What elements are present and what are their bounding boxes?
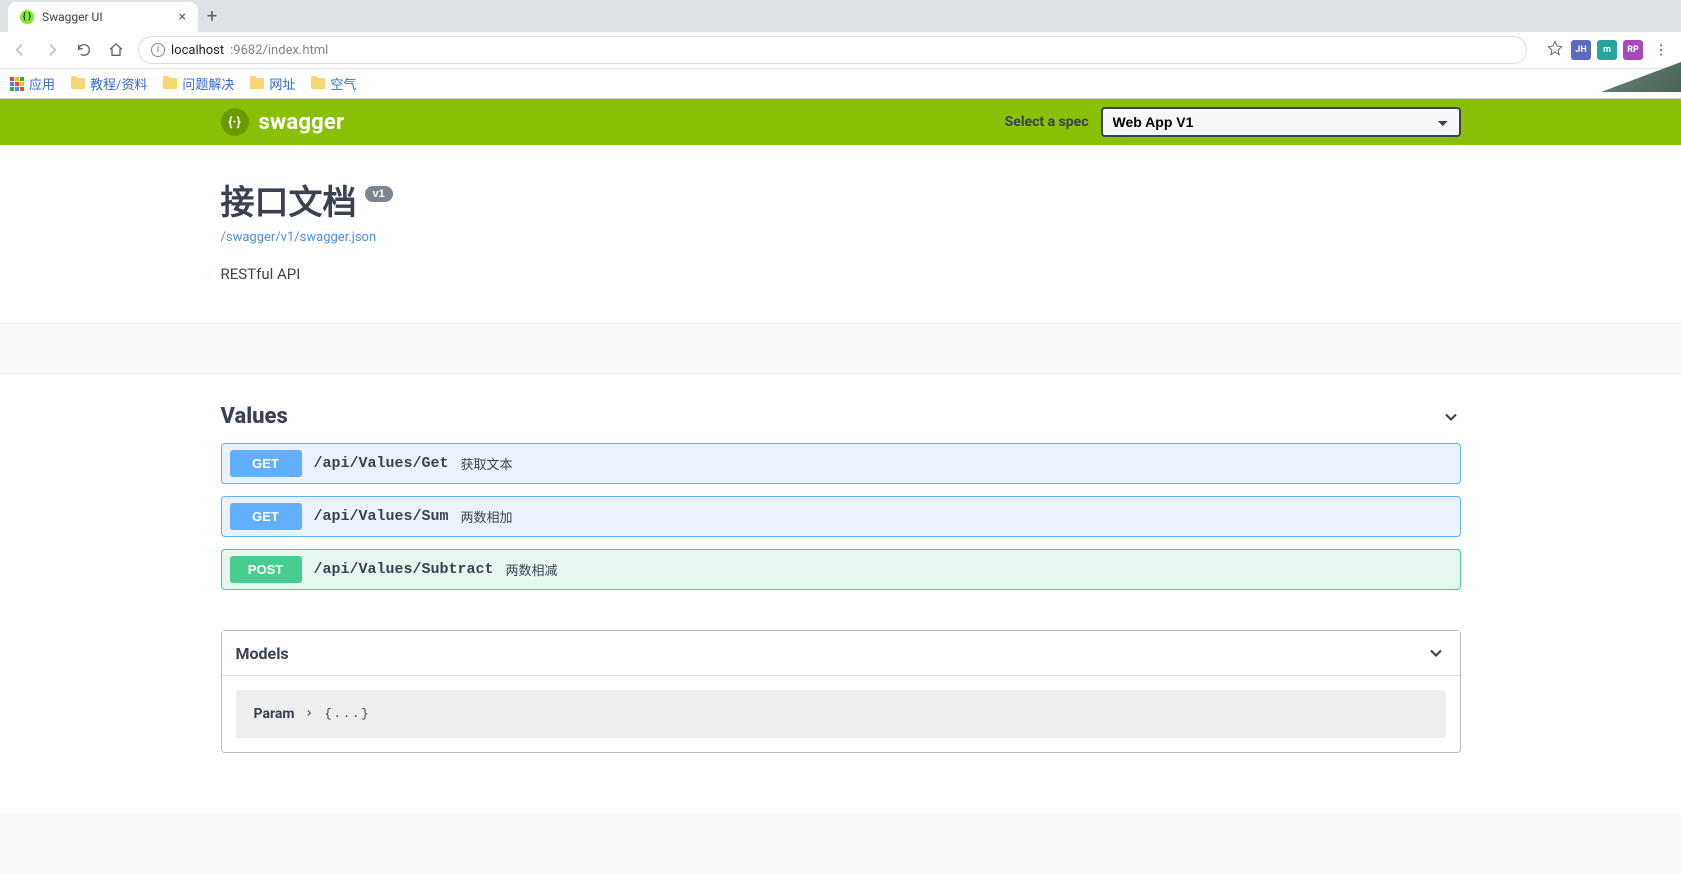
- swagger-topbar: {·} swagger Select a spec Web App V1: [0, 99, 1681, 145]
- version-badge: v1: [365, 186, 393, 202]
- operation-path: /api/Values/Sum: [314, 508, 449, 525]
- tab-title: Swagger UI: [42, 10, 103, 24]
- new-tab-button[interactable]: +: [198, 6, 226, 27]
- browser-tab[interactable]: { } Swagger UI ×: [8, 2, 198, 32]
- extension-badges: JH m RP: [1571, 40, 1643, 60]
- bookmark-label: 问题解决: [182, 74, 234, 93]
- info-section: 接口文档 v1 /swagger/v1/swagger.json RESTful…: [0, 145, 1681, 324]
- swagger-brand-text: swagger: [259, 110, 345, 135]
- bookmark-label: 教程/资料: [90, 74, 147, 93]
- operations-section: Values GET/api/Values/Get获取文本GET/api/Val…: [0, 374, 1681, 813]
- operation-path: /api/Values/Subtract: [314, 561, 494, 578]
- site-info-icon[interactable]: i: [151, 43, 165, 57]
- address-bar[interactable]: i localhost :9682/index.html: [138, 36, 1527, 64]
- forward-button[interactable]: [42, 40, 62, 60]
- models-header[interactable]: Models: [222, 631, 1460, 676]
- operations-list: GET/api/Values/Get 获取文本 GET/api/Values/Sum…: [221, 443, 1461, 590]
- operation-path: /api/Values/Get: [314, 455, 449, 472]
- apps-label: 应用: [29, 74, 55, 93]
- operation-summary: 获取文本: [461, 454, 513, 473]
- apps-grid-icon: [10, 77, 24, 91]
- section-divider: [0, 324, 1681, 374]
- url-host: localhost: [171, 43, 224, 58]
- browser-toolbar: i localhost :9682/index.html JH m RP: [0, 32, 1681, 68]
- home-button[interactable]: [106, 40, 126, 60]
- reload-button[interactable]: [74, 40, 94, 60]
- spec-selector: Select a spec Web App V1: [1005, 107, 1461, 137]
- chevron-right-icon: [304, 706, 314, 722]
- operation-row[interactable]: GET/api/Values/Sum 两数相加: [221, 496, 1461, 537]
- models-section: Models Param {...}: [221, 630, 1461, 753]
- chevron-down-icon: [1441, 407, 1461, 427]
- bookmark-label: 空气: [330, 74, 356, 93]
- folder-icon: [71, 78, 85, 89]
- definition-link[interactable]: /swagger/v1/swagger.json: [221, 230, 377, 245]
- http-method-badge: GET: [230, 450, 302, 477]
- bookmark-folder[interactable]: 空气: [311, 74, 356, 93]
- model-item[interactable]: Param {...}: [236, 690, 1446, 738]
- chevron-down-icon: [1426, 643, 1446, 663]
- apps-shortcut[interactable]: 应用: [10, 74, 55, 93]
- tag-header[interactable]: Values: [221, 404, 1461, 429]
- http-method-badge: POST: [230, 556, 302, 583]
- api-description: RESTful API: [221, 265, 1461, 283]
- folder-icon: [311, 78, 325, 89]
- tag-name: Values: [221, 404, 288, 429]
- operation-row[interactable]: GET/api/Values/Get 获取文本: [221, 443, 1461, 484]
- extension-badge[interactable]: RP: [1623, 40, 1643, 60]
- bookmark-folder[interactable]: 网址: [250, 74, 295, 93]
- close-tab-icon[interactable]: ×: [179, 9, 186, 25]
- operation-summary: 两数相减: [506, 560, 558, 579]
- extension-badge[interactable]: m: [1597, 40, 1617, 60]
- folder-icon: [163, 78, 177, 89]
- spec-select[interactable]: Web App V1: [1101, 107, 1461, 137]
- spec-selector-label: Select a spec: [1005, 114, 1089, 130]
- browser-chrome: { } Swagger UI × + i localhost :9682/inde…: [0, 0, 1681, 99]
- bookmark-folder[interactable]: 问题解决: [163, 74, 234, 93]
- operation-summary: 两数相加: [461, 507, 513, 526]
- http-method-badge: GET: [230, 503, 302, 530]
- extension-badge[interactable]: JH: [1571, 40, 1591, 60]
- swagger-favicon: { }: [20, 10, 34, 24]
- api-title: 接口文档 v1: [221, 175, 1461, 224]
- operation-row[interactable]: POST/api/Values/Subtract 两数相减: [221, 549, 1461, 590]
- browser-menu-icon[interactable]: [1651, 40, 1671, 60]
- bookmark-label: 网址: [269, 74, 295, 93]
- model-name: Param: [254, 706, 295, 722]
- folder-icon: [250, 78, 264, 89]
- tab-strip: { } Swagger UI × +: [0, 0, 1681, 32]
- url-path: :9682/index.html: [230, 43, 328, 58]
- swagger-logo-icon: {·}: [221, 108, 249, 136]
- bookmark-star-icon[interactable]: [1547, 40, 1563, 60]
- api-title-text: 接口文档: [221, 175, 357, 224]
- back-button[interactable]: [10, 40, 30, 60]
- model-preview: {...}: [324, 707, 370, 721]
- swagger-brand[interactable]: {·} swagger: [221, 108, 345, 136]
- bookmarks-bar: 应用 教程/资料 问题解决 网址 空气: [0, 68, 1681, 98]
- models-title: Models: [236, 644, 289, 663]
- bookmark-folder[interactable]: 教程/资料: [71, 74, 147, 93]
